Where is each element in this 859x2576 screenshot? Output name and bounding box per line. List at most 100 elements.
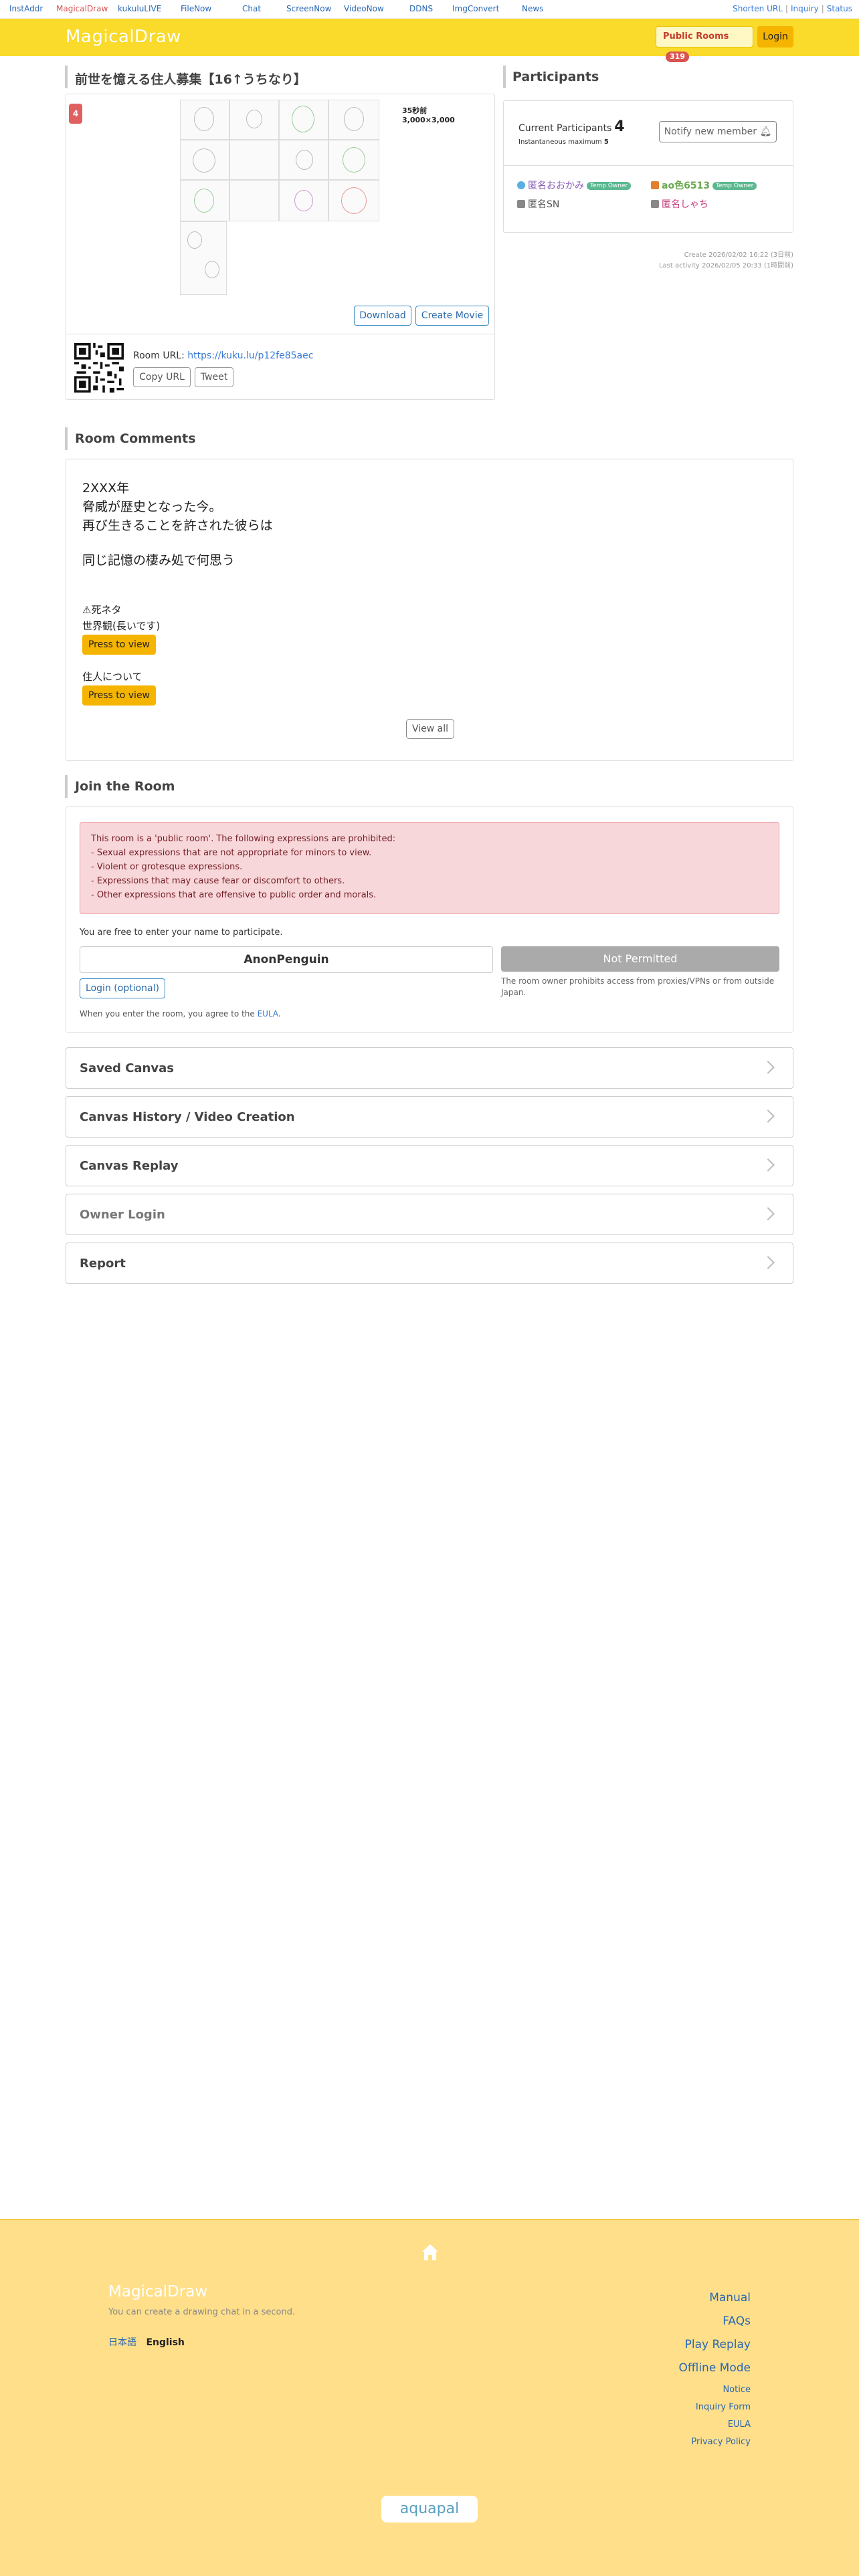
warning-line: - Violent or grotesque expressions. — [91, 862, 243, 872]
faqs-link[interactable]: FAQs — [679, 2315, 751, 2338]
canvas-info: 35秒前 3,000×3,000 — [402, 105, 494, 124]
canvas-history-section[interactable]: Canvas History / Video Creation — [66, 1096, 793, 1138]
site-link-ddns[interactable]: DDNS — [409, 4, 433, 13]
report-section[interactable]: Report — [66, 1243, 793, 1284]
lang-english-current: English — [146, 2337, 185, 2348]
lang-japanese-link[interactable]: 日本語 — [108, 2337, 136, 2348]
manual-link[interactable]: Manual — [679, 2291, 751, 2315]
footer-subtitle: You can create a drawing chat in a secon… — [108, 2307, 296, 2317]
accordion-label: Canvas Replay — [80, 1159, 179, 1173]
member-item[interactable]: 匿名おおかみ Temp Owner — [517, 179, 632, 192]
canvas-panel — [229, 180, 279, 221]
comment-line: 再び生きることを許された彼らは — [82, 518, 273, 533]
notify-label: Notify new member — [664, 126, 757, 137]
canvas-size: 3,000×3,000 — [402, 116, 455, 124]
shorten-url-link[interactable]: Shorten URL — [733, 4, 783, 13]
login-optional-button[interactable]: Login (optional) — [80, 978, 165, 998]
site-link-kukululive[interactable]: kukuluLIVE — [118, 4, 161, 13]
eula-footer-link[interactable]: EULA — [679, 2420, 751, 2437]
top-site-bar: InstAddr MagicalDraw kukuluLIVE FileNow … — [0, 0, 859, 19]
public-rooms-button[interactable]: Public Rooms 319 — [656, 26, 753, 62]
eula-link[interactable]: EULA — [258, 1009, 278, 1018]
site-link-filenow[interactable]: FileNow — [181, 4, 211, 13]
chevron-right-icon — [761, 1256, 775, 1269]
canvas-updated: 35秒前 — [402, 106, 427, 115]
inquiry-link[interactable]: Inquiry — [791, 4, 819, 13]
name-input[interactable]: AnonPenguin — [80, 946, 493, 973]
press-to-view-button[interactable]: Press to view — [82, 685, 156, 706]
member-item[interactable]: 匿名しゃち — [651, 197, 708, 211]
copy-url-button[interactable]: Copy URL — [133, 367, 191, 387]
temp-owner-badge: Temp Owner — [587, 182, 632, 190]
residents-label: 住人について — [82, 671, 142, 683]
site-link-videonow[interactable]: VideoNow — [344, 4, 384, 13]
room-card: 4 35秒前 3,000×3,000 Download Create Movie — [66, 94, 495, 400]
footer: MagicalDraw You can create a drawing cha… — [0, 2219, 859, 2576]
comment-line: 脅威が歴史となった今。 — [82, 500, 222, 514]
status-link[interactable]: Status — [827, 4, 852, 13]
room-url: Room URL: https://kuku.lu/p12fe85aec — [133, 350, 313, 361]
member-name: 匿名おおかみ — [528, 181, 584, 191]
member-item[interactable]: 匿名SN — [517, 197, 559, 211]
room-badge: 4 — [69, 104, 82, 124]
aquapal-logo[interactable]: aquapal — [381, 2496, 478, 2523]
current-participants-count: 4 — [614, 118, 625, 135]
comments-card: 2XXX年 脅威が歴史となった今。 再び生きることを許された彼らは 同じ記憶の棲… — [66, 459, 793, 761]
view-all-button[interactable]: View all — [406, 719, 454, 739]
site-link-chat[interactable]: Chat — [242, 4, 261, 13]
proxy-note: The room owner prohibits access from pro… — [501, 976, 775, 997]
tweet-button[interactable]: Tweet — [195, 367, 233, 387]
member-item[interactable]: ao色6513 Temp Owner — [651, 179, 757, 192]
participants-title: Participants — [512, 70, 599, 84]
temp-owner-badge: Temp Owner — [712, 182, 757, 190]
canvas-panel — [180, 100, 229, 140]
current-participants-label: Current Participants — [518, 123, 612, 134]
warning-line: - Sexual expressions that are not approp… — [91, 848, 372, 858]
notify-new-member-button[interactable]: Notify new member 🔔︎ — [659, 121, 777, 142]
inst-max-label: Instantaneous maximum — [518, 138, 602, 146]
public-rooms-count: 319 — [666, 51, 689, 62]
home-icon[interactable] — [421, 2243, 439, 2262]
member-name: ao色6513 — [662, 181, 710, 191]
inst-max-value: 5 — [603, 138, 609, 146]
spoiler-warning: ⚠死ネタ — [82, 604, 122, 616]
site-link-screennow[interactable]: ScreenNow — [286, 4, 331, 13]
public-room-warning: This room is a 'public room'. The follow… — [80, 822, 779, 914]
privacy-policy-link[interactable]: Privacy Policy — [679, 2437, 751, 2454]
inquiry-form-link[interactable]: Inquiry Form — [679, 2402, 751, 2420]
canvas-panel — [180, 221, 227, 295]
site-link-news[interactable]: News — [522, 4, 543, 13]
play-replay-link[interactable]: Play Replay — [679, 2338, 751, 2361]
room-url-link[interactable]: https://kuku.lu/p12fe85aec — [187, 350, 313, 361]
canvas-panel — [328, 140, 379, 180]
canvas-panel — [180, 180, 229, 221]
logo[interactable]: MagicalDraw — [66, 27, 181, 47]
site-link-imgconvert[interactable]: ImgConvert — [452, 4, 499, 13]
not-permitted-button[interactable]: Not Permitted — [501, 946, 779, 972]
qr-code-icon — [74, 343, 124, 393]
chevron-right-icon — [761, 1061, 775, 1074]
chevron-right-icon — [761, 1109, 775, 1123]
language-switch: 日本語 English — [108, 2335, 185, 2349]
login-button[interactable]: Login — [757, 26, 793, 47]
participants-card: Current Participants 4 Instantaneous maxi… — [503, 100, 793, 233]
canvas-panel — [328, 180, 379, 221]
instantaneous-maximum: Instantaneous maximum 5 — [518, 138, 609, 146]
canvas-panel — [279, 140, 328, 180]
accordion-label: Canvas History / Video Creation — [80, 1110, 295, 1124]
canvas-thumbnail[interactable] — [180, 100, 381, 221]
warning-line: - Other expressions that are offensive t… — [91, 890, 377, 900]
worldview-label: 世界観(長いです) — [82, 620, 161, 632]
site-link-instaddr[interactable]: InstAddr — [9, 4, 43, 13]
create-movie-button[interactable]: Create Movie — [415, 306, 489, 326]
saved-canvas-section[interactable]: Saved Canvas — [66, 1047, 793, 1089]
notice-link[interactable]: Notice — [679, 2385, 751, 2402]
download-button[interactable]: Download — [354, 306, 411, 326]
canvas-panel — [229, 140, 279, 180]
press-to-view-button[interactable]: Press to view — [82, 635, 156, 655]
eula-suffix: . — [278, 1009, 281, 1018]
canvas-replay-section[interactable]: Canvas Replay — [66, 1145, 793, 1186]
offline-mode-link[interactable]: Offline Mode — [679, 2361, 751, 2385]
site-link-magicaldraw[interactable]: MagicalDraw — [56, 4, 108, 13]
owner-login-section[interactable]: Owner Login — [66, 1194, 793, 1235]
